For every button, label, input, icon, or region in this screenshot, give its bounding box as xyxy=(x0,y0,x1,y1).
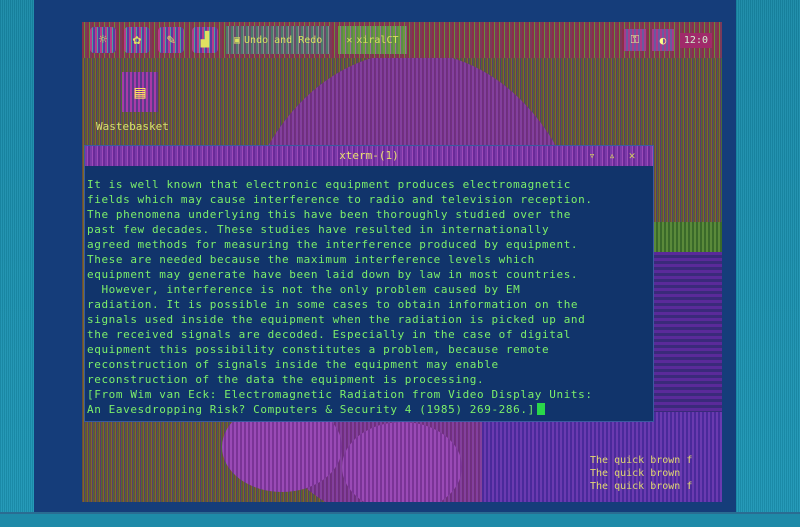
terminal-line: These are needed because the maximum int… xyxy=(87,253,535,266)
terminal-title: xterm-(1) xyxy=(339,149,399,162)
terminal-line: reconstruction of the data the equipment… xyxy=(87,373,485,386)
terminal-line: It is well known that electronic equipme… xyxy=(87,178,571,191)
font-preview-line: The quick brown xyxy=(590,468,681,479)
terminal-line: signals used inside the equipment when t… xyxy=(87,313,586,326)
task-label: xiralCT xyxy=(356,34,399,46)
wastebasket-icon[interactable]: ▤ xyxy=(122,72,158,112)
desktop-icon-label: Wastebasket xyxy=(96,120,169,133)
terminal-line: An Eavesdropping Risk? Computers & Secur… xyxy=(87,403,535,416)
terminal-line: equipment may generate have been laid do… xyxy=(87,268,579,281)
volume-icon[interactable]: ◐ xyxy=(651,29,674,51)
lock-icon[interactable]: ⚿ xyxy=(623,29,646,51)
wallpaper-petal xyxy=(342,422,462,502)
terminal-line: equipment this possibility constitutes a… xyxy=(87,343,550,356)
terminal-line-last: An Eavesdropping Risk? Computers & Secur… xyxy=(87,402,651,417)
terminal-line: the received signals are decoded. Especi… xyxy=(87,328,571,341)
terminal-titlebar[interactable]: xterm-(1) ▿ ▵ ✕ xyxy=(85,146,653,166)
terminal-window[interactable]: xterm-(1) ▿ ▵ ✕ It is well known that el… xyxy=(84,145,654,422)
task-undo-redo[interactable]: ▣ Undo and Redo xyxy=(226,26,331,54)
terminal-line: reconstruction of signals inside the equ… xyxy=(87,358,499,371)
minimize-icon[interactable]: ▿ xyxy=(585,149,599,163)
task-label: Undo and Redo xyxy=(244,34,323,46)
terminal-line: The phenomena underlying this have been … xyxy=(87,208,571,221)
font-preview-line: The quick brown f xyxy=(590,481,693,492)
clock: 12:0 xyxy=(679,32,712,48)
terminal-cursor xyxy=(536,403,545,415)
terminal-line: past few decades. These studies have res… xyxy=(87,223,550,236)
start-menu-icon[interactable]: ☼ xyxy=(90,27,116,53)
background-window-header xyxy=(652,222,722,252)
chart-icon[interactable]: ▟ xyxy=(192,27,218,53)
close-icon[interactable]: ✕ xyxy=(625,149,639,163)
browser-icon[interactable]: ✿ xyxy=(124,27,150,53)
x-icon: ✕ xyxy=(346,34,353,46)
font-preview: The quick brown f The quick brown The qu… xyxy=(590,454,722,493)
terminal-line: [From Wim van Eck: Electromagnetic Radia… xyxy=(87,388,593,401)
terminal-line: radiation. It is possible in some cases … xyxy=(87,298,579,311)
terminal-line: However, interference is not the only pr… xyxy=(87,283,521,296)
task-xterm[interactable]: ✕ xiralCT xyxy=(338,26,407,54)
terminal-line: agreed methods for measuring the interfe… xyxy=(87,238,579,251)
terminal-line: fields which may cause interference to r… xyxy=(87,193,593,206)
maximize-icon[interactable]: ▵ xyxy=(605,149,619,163)
taskbar: ☼ ✿ ✎ ▟ ▣ Undo and Redo ✕ xiralCT ⚿ ◐ 12… xyxy=(82,22,722,58)
terminal-output[interactable]: It is well known that electronic equipme… xyxy=(87,177,651,417)
editor-icon[interactable]: ✎ xyxy=(158,27,184,53)
window-icon: ▣ xyxy=(234,34,241,46)
font-preview-line: The quick brown f xyxy=(590,455,693,466)
